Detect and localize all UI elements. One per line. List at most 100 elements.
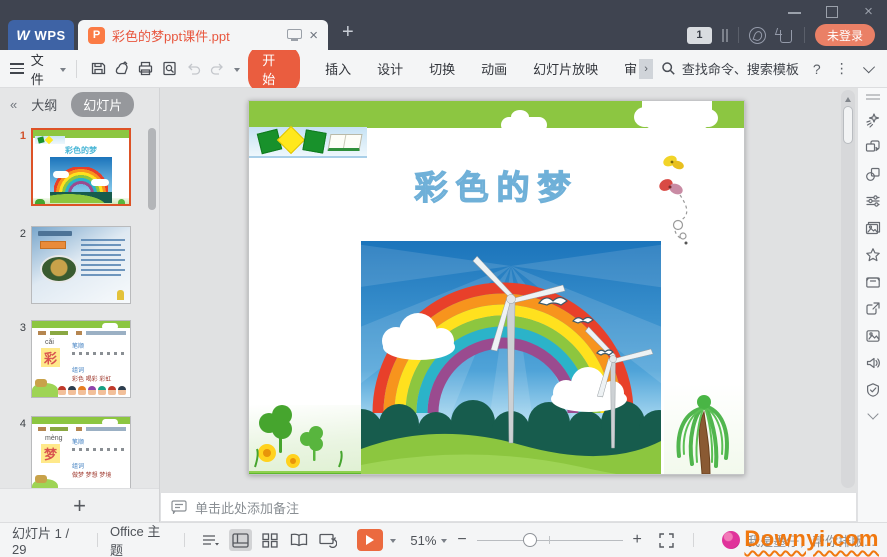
thumbnail-image: mèng 梦 笔顺 组词 做梦 梦想 梦境 <box>31 416 131 488</box>
share-icon[interactable] <box>864 300 882 318</box>
notes-icon <box>171 500 187 514</box>
collapse-ribbon-icon[interactable] <box>862 61 875 74</box>
tab-transition[interactable]: 切换 <box>429 59 455 78</box>
panel-tabs: « 大纲 幻灯片 <box>0 88 159 120</box>
command-search[interactable]: 查找命令、搜索模板 <box>661 59 799 78</box>
animation-pane-icon[interactable] <box>864 111 882 129</box>
slide-thumbnail-3[interactable]: 3 cǎi 彩 笔顺 组词 彩色 喝彩 彩虹 <box>14 320 131 398</box>
thumbnail-image <box>31 226 131 304</box>
assistant-avatar[interactable] <box>722 531 741 549</box>
ppt-file-icon: P <box>88 26 105 44</box>
open-docs-badge[interactable]: 1 <box>686 26 712 44</box>
view-read-button[interactable] <box>288 529 311 551</box>
slide-number: 4 <box>19 418 26 430</box>
tab-outline[interactable]: 大纲 <box>31 95 57 114</box>
scrollbar-thumb[interactable] <box>843 106 853 144</box>
tab-review[interactable]: 审 <box>624 59 637 78</box>
slide-thumbnail-4[interactable]: 4 mèng 梦 笔顺 组词 做梦 梦想 梦境 <box>14 416 131 488</box>
tab-overflow-button[interactable]: › <box>639 58 653 79</box>
quickbar-more-icon[interactable] <box>234 67 241 75</box>
print-button[interactable] <box>134 58 158 80</box>
tab-slides[interactable]: 幻灯片 <box>71 91 135 117</box>
theme-name[interactable]: Office 主题 <box>110 521 172 557</box>
tab-insert[interactable]: 插入 <box>325 59 351 78</box>
add-slide-button[interactable]: + <box>73 494 86 517</box>
media-library-icon[interactable] <box>864 219 882 237</box>
seal-icon[interactable] <box>864 381 882 399</box>
zoom-level[interactable]: 51% <box>410 533 448 548</box>
skin-icon[interactable] <box>776 28 794 43</box>
titlebar: W WPS P 彩色的梦ppt课件.ppt × + × 1 未登录 <box>0 0 887 50</box>
star-icon[interactable] <box>864 246 882 264</box>
tab-animation[interactable]: 动画 <box>481 59 507 78</box>
save-button[interactable] <box>86 58 110 80</box>
wps-home-button[interactable]: W WPS <box>8 20 74 50</box>
panel-more-icon[interactable] <box>866 408 879 420</box>
redo-button[interactable] <box>205 58 229 80</box>
archive-icon[interactable] <box>864 273 882 291</box>
clover-decoration <box>249 405 361 474</box>
zoom-in-button[interactable]: + <box>633 531 642 549</box>
rainbow-windmill-picture[interactable] <box>361 241 661 475</box>
sidebar-footer: + <box>0 488 159 522</box>
cloud-shape <box>501 110 547 133</box>
slide-thumbnail-1[interactable]: 1 彩色的梦 <box>14 128 131 206</box>
slide-1[interactable]: 彩色的梦 <box>248 100 745 475</box>
panel-handle-icon[interactable] <box>865 94 880 100</box>
notes-toggle-button[interactable] <box>200 529 223 551</box>
notes-bar[interactable]: 单击此处添加备注 <box>160 492 857 522</box>
sound-icon[interactable] <box>864 354 882 372</box>
zoom-slider[interactable] <box>476 533 623 547</box>
collapse-panel-icon[interactable]: « <box>10 97 17 112</box>
view-normal-button[interactable] <box>228 529 253 551</box>
zoom-slider-knob[interactable] <box>522 533 537 547</box>
shapes-icon[interactable] <box>864 165 882 183</box>
slide-number: 3 <box>19 322 26 334</box>
maximize-icon[interactable] <box>825 6 838 18</box>
document-title: 彩色的梦ppt课件.ppt <box>112 28 230 44</box>
thumbnail-image: cǎi 彩 笔顺 组词 彩色 喝彩 彩虹 <box>31 320 131 398</box>
workspace: « 大纲 幻灯片 1 彩色的梦 2 3 cǎi 彩 笔顺 组词 彩色 喝彩 彩虹… <box>0 88 887 522</box>
thumb-title: 彩色的梦 <box>65 146 97 155</box>
export-button[interactable] <box>110 58 134 80</box>
ribbon-bar: 文件 开始 插入 设计 切换 动画 幻灯片放映 审 › 查找命令、搜索模板 ? … <box>0 45 887 92</box>
help-icon[interactable]: ? <box>813 61 821 77</box>
hamburger-icon[interactable] <box>10 63 24 74</box>
sidebar-scrollbar[interactable] <box>148 128 156 210</box>
scroll-up-icon[interactable] <box>845 94 851 102</box>
slide-thumbnail-2[interactable]: 2 <box>14 226 131 304</box>
wps-logo-icon: W <box>16 27 30 43</box>
more-icon[interactable]: ⋮ <box>835 60 849 77</box>
undo-button[interactable] <box>182 58 206 80</box>
file-menu-caret-icon[interactable] <box>59 67 66 75</box>
close-tab-icon[interactable]: × <box>309 28 318 43</box>
tab-design[interactable]: 设计 <box>377 59 403 78</box>
zoom-out-button[interactable]: − <box>457 531 466 549</box>
slideshow-settings-button[interactable] <box>317 529 340 551</box>
fit-window-button[interactable] <box>655 529 678 551</box>
transition-icon[interactable] <box>864 138 882 156</box>
close-window-icon[interactable]: × <box>862 4 875 19</box>
books-decoration <box>249 125 367 158</box>
canvas-scrollbar[interactable] <box>841 90 855 488</box>
tab-slideshow[interactable]: 幻灯片放映 <box>533 59 598 78</box>
docer-icon[interactable] <box>748 26 766 44</box>
minimize-icon[interactable] <box>788 6 801 17</box>
properties-icon[interactable] <box>864 192 882 210</box>
play-options-caret-icon[interactable] <box>390 539 397 546</box>
play-button[interactable] <box>357 529 384 551</box>
tab-start[interactable]: 开始 <box>248 45 301 92</box>
titlebar-right-group: 1 未登录 <box>686 24 875 46</box>
view-sorter-button[interactable] <box>258 529 281 551</box>
login-button[interactable]: 未登录 <box>814 24 875 46</box>
slide-canvas[interactable]: 彩色的梦 <box>160 88 857 492</box>
new-tab-button[interactable]: + <box>342 21 354 44</box>
document-tab[interactable]: P 彩色的梦ppt课件.ppt × <box>78 20 328 50</box>
print-preview-button[interactable] <box>158 58 182 80</box>
editor-column: 彩色的梦 单击此处添加备注 <box>160 88 857 522</box>
image-icon[interactable] <box>864 327 882 345</box>
slide-number: 1 <box>19 130 26 142</box>
file-menu[interactable]: 文件 <box>31 50 55 88</box>
monitor-icon[interactable] <box>287 28 303 42</box>
docs-stack-icon <box>721 28 728 42</box>
